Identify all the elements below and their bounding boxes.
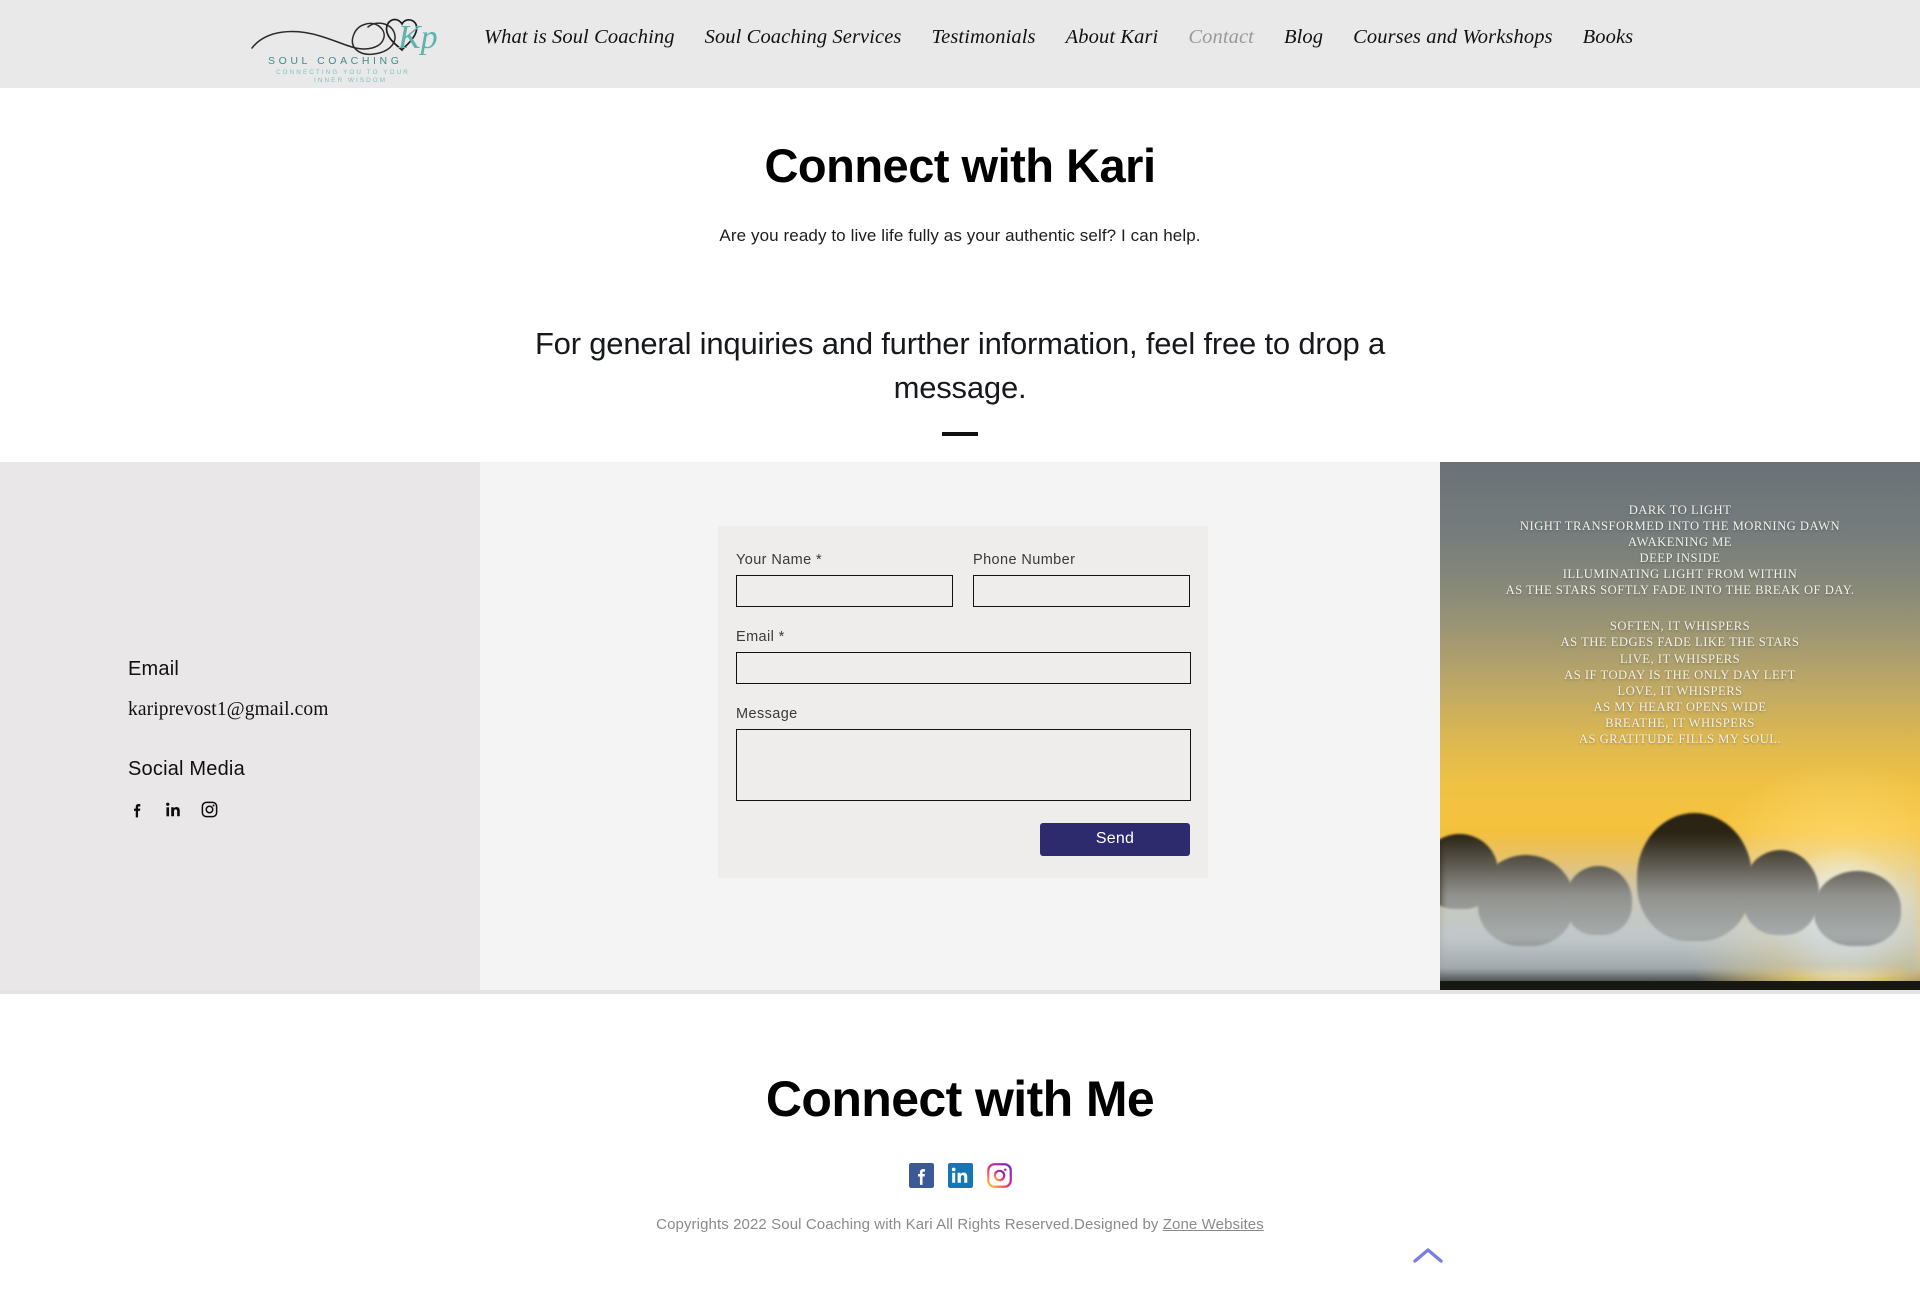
facebook-icon[interactable]	[908, 1162, 934, 1188]
your-name-label: Your Name *	[736, 551, 823, 568]
hero-section: Connect with Kari Are you ready to live …	[0, 88, 1920, 436]
social-media-heading: Social Media	[128, 757, 245, 780]
hero-divider	[942, 431, 978, 436]
field-email: Email *	[736, 629, 1191, 684]
poem-text: DARK TO LIGHT NIGHT TRANSFORMED INTO THE…	[1440, 502, 1920, 748]
linkedin-icon[interactable]	[164, 800, 183, 819]
svg-text:Kp: Kp	[397, 19, 438, 56]
nav-item-testimonials[interactable]: Testimonials	[932, 26, 1036, 49]
poem-line: AS MY HEART OPENS WIDE	[1593, 699, 1767, 714]
nav-item-books[interactable]: Books	[1583, 26, 1634, 49]
instagram-icon[interactable]	[986, 1162, 1012, 1188]
contact-form: Your Name * Phone Number Email * Message	[718, 525, 1208, 878]
your-name-input[interactable]	[736, 574, 953, 607]
field-message: Message	[736, 706, 1191, 801]
phone-number-label: Phone Number	[973, 551, 1076, 568]
form-actions: Send	[736, 822, 1190, 856]
designer-link[interactable]: Zone Websites	[1163, 1216, 1264, 1233]
nav-item-about-kari[interactable]: About Kari	[1066, 26, 1159, 49]
copyright-text: Copyrights 2022 Soul Coaching with Kari …	[0, 1216, 1920, 1233]
phone-number-input[interactable]	[973, 574, 1190, 607]
poem-line: AWAKENING ME	[1628, 534, 1732, 549]
hero-subtitle: Are you ready to live life fully as your…	[719, 225, 1201, 245]
logo-tagline-line1: CONNECTING YOU TO YOUR	[276, 69, 410, 76]
chevron-up-icon	[1413, 1248, 1443, 1263]
mist-layer	[1440, 834, 1920, 973]
logo-brand-text: SOUL COACHING	[268, 55, 403, 67]
footer-title: Connect with Me	[765, 1070, 1155, 1127]
poem-line: BREATHE, IT WHISPERS	[1605, 716, 1755, 731]
poem-line: AS THE EDGES FADE LIKE THE STARS	[1560, 635, 1800, 650]
message-label: Message	[736, 705, 798, 722]
poem-line: LIVE, IT WHISPERS	[1619, 651, 1741, 666]
poem-line: DEEP INSIDE	[1639, 551, 1721, 566]
nav-item-what-is-soul-coaching[interactable]: What is Soul Coaching	[484, 26, 675, 49]
linkedin-icon[interactable]	[947, 1162, 973, 1188]
nav-item-blog[interactable]: Blog	[1284, 26, 1323, 49]
contact-info-panel: Email kariprevost1@gmail.com Social Medi…	[0, 461, 480, 994]
sunrise-poem-image: DARK TO LIGHT NIGHT TRANSFORMED INTO THE…	[1440, 461, 1920, 994]
soul-coaching-logo[interactable]: Kp SOUL COACHING CONNECTING YOU TO YOUR …	[248, 2, 468, 86]
email-heading: Email	[128, 657, 180, 680]
email-input[interactable]	[736, 651, 1191, 684]
form-spacer-1	[736, 607, 1190, 629]
form-spacer-2	[736, 684, 1190, 706]
email-address-link[interactable]: kariprevost1@gmail.com	[128, 699, 458, 721]
main-navigation: What is Soul Coaching Soul Coaching Serv…	[484, 26, 1633, 49]
poem-line: AS IF TODAY IS THE ONLY DAY LEFT	[1564, 667, 1796, 682]
poem-line: AS GRATITUDE FILLS MY SOUL.	[1578, 732, 1782, 747]
hero-lead-text: For general inquiries and further inform…	[534, 325, 1386, 405]
field-your-name: Your Name *	[736, 552, 953, 607]
contact-form-panel: Your Name * Phone Number Email * Message	[480, 461, 1440, 994]
nav-item-contact[interactable]: Contact	[1188, 26, 1254, 49]
site-header: Kp SOUL COACHING CONNECTING YOU TO YOUR …	[0, 0, 1920, 88]
logo-tagline-line2: INNER WISDOM	[314, 77, 387, 84]
nav-item-soul-coaching-services[interactable]: Soul Coaching Services	[705, 26, 902, 49]
poem-line: SOFTEN, IT WHISPERS	[1609, 619, 1751, 634]
page-title: Connect with Kari	[764, 139, 1156, 192]
send-button[interactable]: Send	[1040, 822, 1190, 856]
scroll-to-top-button[interactable]	[1405, 1240, 1451, 1270]
facebook-icon[interactable]	[128, 800, 147, 819]
contact-band: Email kariprevost1@gmail.com Social Medi…	[0, 461, 1920, 994]
message-textarea[interactable]	[736, 728, 1191, 801]
email-label: Email *	[736, 628, 785, 645]
poem-line: LOVE, IT WHISPERS	[1617, 683, 1743, 698]
footer-social-links	[0, 1162, 1920, 1188]
poem-stanza-gap	[1440, 598, 1920, 618]
poem-line: NIGHT TRANSFORMED INTO THE MORNING DAWN	[1519, 518, 1841, 533]
poem-line: DARK TO LIGHT	[1628, 502, 1732, 517]
site-footer: Connect with Me Copyrights 2022 Soul Coa…	[0, 993, 1920, 1263]
instagram-icon[interactable]	[200, 800, 219, 819]
contact-info: Email kariprevost1@gmail.com Social Medi…	[128, 658, 458, 819]
nav-item-courses-and-workshops[interactable]: Courses and Workshops	[1353, 26, 1553, 49]
social-links-sidebar	[128, 800, 458, 819]
copyright-label: Copyrights 2022 Soul Coaching with Kari …	[656, 1215, 1163, 1233]
poem-line: ILLUMINATING LIGHT FROM WITHIN	[1562, 567, 1798, 582]
field-phone-number: Phone Number	[973, 552, 1190, 607]
poem-line: AS THE STARS SOFTLY FADE INTO THE BREAK …	[1505, 583, 1855, 598]
logo-artwork: Kp SOUL COACHING CONNECTING YOU TO YOUR …	[251, 18, 438, 84]
